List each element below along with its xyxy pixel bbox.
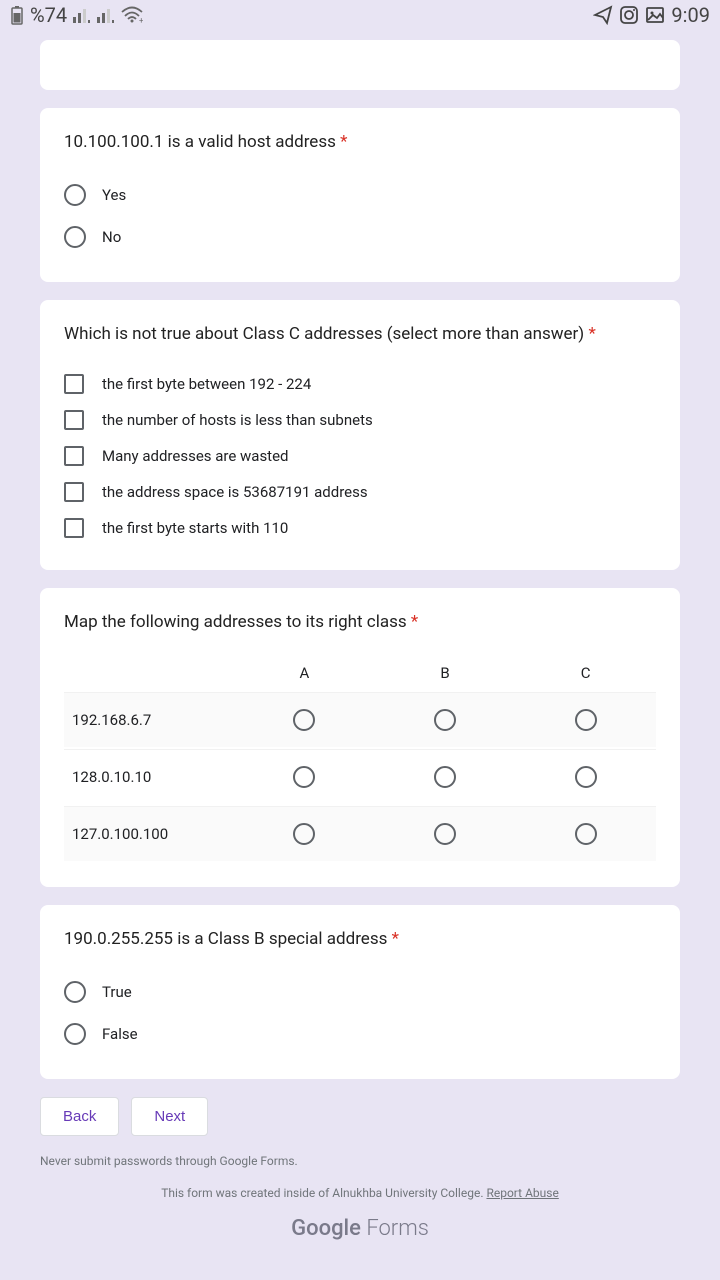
- grid-row: 192.168.6.7: [64, 692, 656, 747]
- question-card-3: Map the following addresses to its right…: [40, 588, 680, 887]
- checkbox-icon: [64, 374, 84, 394]
- checkbox-icon: [64, 446, 84, 466]
- option-label: the first byte starts with 110: [102, 519, 288, 537]
- question-card-2: Which is not true about Class C addresse…: [40, 300, 680, 570]
- grid-radio-cell[interactable]: [375, 823, 516, 845]
- question-card-4: 190.0.255.255 is a Class B special addre…: [40, 905, 680, 1079]
- grid-radio-cell[interactable]: [234, 766, 375, 788]
- grid-radio-cell[interactable]: [234, 709, 375, 731]
- instagram-icon: [619, 5, 639, 25]
- grid-row: 128.0.10.10: [64, 749, 656, 804]
- grid-col-header: A: [234, 664, 375, 682]
- grid-col-header: B: [375, 664, 516, 682]
- checkbox-icon: [64, 518, 84, 538]
- svg-text:+: +: [139, 16, 143, 24]
- checkbox-option[interactable]: the number of hosts is less than subnets: [64, 402, 656, 438]
- option-label: False: [102, 1025, 138, 1043]
- question-title: 190.0.255.255 is a Class B special addre…: [64, 929, 656, 949]
- radio-icon: [64, 226, 86, 248]
- battery-pct: %74: [30, 3, 67, 27]
- next-button[interactable]: Next: [131, 1097, 208, 1136]
- grid-radio-cell[interactable]: [234, 823, 375, 845]
- option-label: the number of hosts is less than subnets: [102, 411, 373, 429]
- wifi-icon: +: [121, 6, 143, 24]
- radio-option-yes[interactable]: Yes: [64, 174, 656, 216]
- question-title: 10.100.100.1 is a valid host address *: [64, 132, 656, 152]
- radio-icon: [293, 766, 315, 788]
- grid-row: 127.0.100.100: [64, 806, 656, 861]
- grid-row-label: 128.0.10.10: [64, 768, 234, 786]
- radio-icon: [575, 709, 597, 731]
- checkbox-icon: [64, 482, 84, 502]
- checkbox-option[interactable]: the first byte starts with 110: [64, 510, 656, 546]
- option-label: True: [102, 983, 132, 1001]
- question-title: Which is not true about Class C addresse…: [64, 324, 656, 344]
- radio-icon: [575, 823, 597, 845]
- signal-icon: [73, 7, 91, 23]
- google-forms-brand[interactable]: Google Forms: [40, 1216, 680, 1241]
- form-content: 10.100.100.1 is a valid host address * Y…: [0, 40, 720, 1241]
- option-label: No: [102, 228, 121, 246]
- password-disclaimer: Never submit passwords through Google Fo…: [40, 1154, 680, 1168]
- grid-question: A B C 192.168.6.7 128.0.10.10: [64, 654, 656, 861]
- option-label: Many addresses are wasted: [102, 447, 289, 465]
- option-label: the address space is 53687191 address: [102, 483, 368, 501]
- option-label: the first byte between 192 - 224: [102, 375, 311, 393]
- radio-icon: [434, 823, 456, 845]
- checkbox-icon: [64, 410, 84, 430]
- grid-row-label: 127.0.100.100: [64, 825, 234, 843]
- radio-icon: [575, 766, 597, 788]
- radio-icon: [434, 709, 456, 731]
- checkbox-option[interactable]: the address space is 53687191 address: [64, 474, 656, 510]
- report-abuse-link[interactable]: Report Abuse: [486, 1186, 558, 1200]
- nav-buttons: Back Next: [40, 1097, 680, 1136]
- battery-icon: [10, 5, 24, 25]
- grid-header: A B C: [64, 654, 656, 692]
- radio-icon: [64, 981, 86, 1003]
- image-icon: [645, 5, 665, 25]
- question-card-1: 10.100.100.1 is a valid host address * Y…: [40, 108, 680, 282]
- grid-radio-cell[interactable]: [375, 709, 516, 731]
- checkbox-option[interactable]: the first byte between 192 - 224: [64, 366, 656, 402]
- radio-icon: [434, 766, 456, 788]
- prev-card-stub: [40, 40, 680, 90]
- radio-option-false[interactable]: False: [64, 1013, 656, 1055]
- radio-icon: [293, 823, 315, 845]
- grid-row-label: 192.168.6.7: [64, 711, 234, 729]
- radio-option-no[interactable]: No: [64, 216, 656, 258]
- radio-icon: [64, 1023, 86, 1045]
- grid-col-header: C: [515, 664, 656, 682]
- grid-radio-cell[interactable]: [515, 823, 656, 845]
- grid-radio-cell[interactable]: [515, 766, 656, 788]
- back-button[interactable]: Back: [40, 1097, 119, 1136]
- signal-icon-2: [97, 7, 115, 23]
- clock-time: 9:09: [671, 3, 710, 27]
- send-icon: [593, 5, 613, 25]
- grid-radio-cell[interactable]: [515, 709, 656, 731]
- option-label: Yes: [102, 186, 126, 204]
- form-attribution: This form was created inside of Alnukhba…: [40, 1186, 680, 1200]
- checkbox-option[interactable]: Many addresses are wasted: [64, 438, 656, 474]
- grid-radio-cell[interactable]: [375, 766, 516, 788]
- status-bar: %74 + 9:09: [0, 0, 720, 30]
- question-title: Map the following addresses to its right…: [64, 612, 656, 632]
- radio-icon: [293, 709, 315, 731]
- radio-icon: [64, 184, 86, 206]
- radio-option-true[interactable]: True: [64, 971, 656, 1013]
